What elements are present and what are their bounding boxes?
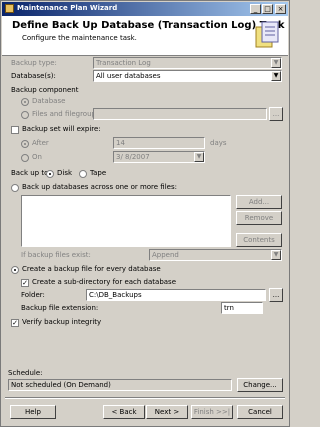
create-file-label: Create a backup file for every database [22, 265, 161, 273]
extension-value: trn [224, 304, 234, 312]
folder-field[interactable]: C:\DB_Backups [86, 289, 266, 301]
filegroups-field [93, 108, 267, 120]
verify-checkbox[interactable]: ✓ [11, 319, 19, 327]
extension-label: Backup file extension: [21, 304, 99, 312]
after-days-value: 14 [116, 139, 125, 147]
page-subtitle: Configure the maintenance task. [22, 34, 137, 42]
databases-select[interactable]: All user databases ▼ [93, 70, 282, 82]
component-files-radio [21, 111, 29, 119]
backup-type-select: Transaction Log ▼ [93, 57, 282, 69]
create-file-radio[interactable] [11, 266, 19, 274]
if-exist-select: Append ▼ [149, 249, 282, 261]
across-files-radio[interactable] [11, 184, 19, 192]
wizard-header: Define Back Up Database (Transaction Log… [2, 16, 288, 56]
after-label: After [32, 139, 49, 147]
schedule-value: Not scheduled (On Demand) [11, 381, 111, 389]
subdir-label: Create a sub-directory for each database [32, 278, 177, 286]
on-date-value: 3/ 8/2007 [116, 153, 150, 161]
wizard-graphic-icon [255, 21, 279, 48]
wizard-window: Maintenance Plan Wizard _ □ × Define Bac… [0, 0, 290, 427]
help-button[interactable]: Help [10, 405, 56, 419]
schedule-label: Schedule: [8, 369, 43, 377]
verify-label: Verify backup integrity [22, 318, 102, 326]
backup-component-label: Backup component [11, 86, 79, 94]
folder-value: C:\DB_Backups [89, 291, 142, 299]
expire-checkbox[interactable] [11, 126, 19, 134]
contents-button: Contents [236, 233, 282, 247]
component-database-label: Database [32, 97, 66, 105]
subdir-checkbox[interactable]: ✓ [21, 279, 29, 287]
window-title: Maintenance Plan Wizard [17, 4, 118, 12]
if-exist-value: Append [152, 251, 179, 259]
close-button[interactable]: × [275, 4, 286, 14]
chevron-down-icon: ▼ [271, 250, 281, 260]
folder-browse-button[interactable]: ... [269, 288, 283, 302]
next-button[interactable]: Next > [146, 405, 188, 419]
remove-button: Remove [236, 211, 282, 225]
schedule-field: Not scheduled (On Demand) [8, 379, 232, 391]
expire-label: Backup set will expire: [22, 125, 101, 133]
page-title: Define Back Up Database (Transaction Log… [12, 20, 285, 31]
change-schedule-button[interactable]: Change... [237, 378, 283, 392]
tape-radio[interactable] [79, 170, 87, 178]
folder-label: Folder: [21, 291, 45, 299]
tape-label: Tape [90, 169, 107, 177]
chevron-down-icon[interactable]: ▼ [271, 71, 281, 81]
maximize-button[interactable]: □ [262, 4, 273, 14]
on-date-picker: 3/ 8/2007 ▼ [113, 151, 205, 163]
title-bar: Maintenance Plan Wizard _ □ × [2, 2, 288, 16]
backup-type-label: Backup type: [11, 59, 57, 67]
backup-type-value: Transaction Log [96, 59, 151, 67]
on-radio [21, 154, 29, 162]
backup-files-list[interactable] [21, 195, 231, 247]
after-days-field: 14 [113, 137, 205, 149]
filegroups-browse-button: ... [269, 107, 283, 121]
disk-radio[interactable] [46, 170, 54, 178]
component-files-label: Files and filegroups: [32, 110, 102, 118]
finish-button: Finish >>| [191, 405, 233, 419]
back-button[interactable]: < Back [103, 405, 145, 419]
extension-field[interactable]: trn [221, 302, 263, 314]
chevron-down-icon: ▼ [271, 58, 281, 68]
on-label: On [32, 153, 42, 161]
databases-label: Database(s): [11, 72, 56, 80]
cancel-button[interactable]: Cancel [237, 405, 283, 419]
app-icon [5, 4, 14, 13]
if-exist-label: If backup files exist: [21, 251, 91, 259]
databases-value: All user databases [96, 72, 161, 80]
footer-divider [5, 397, 285, 399]
component-database-radio [21, 98, 29, 106]
backup-to-label: Back up to: [11, 169, 51, 177]
add-button: Add... [236, 195, 282, 209]
disk-label: Disk [57, 169, 73, 177]
chevron-down-icon: ▼ [194, 152, 204, 162]
after-radio [21, 140, 29, 148]
days-label: days [210, 139, 227, 147]
across-files-label: Back up databases across one or more fil… [22, 183, 177, 191]
minimize-button[interactable]: _ [250, 4, 261, 14]
